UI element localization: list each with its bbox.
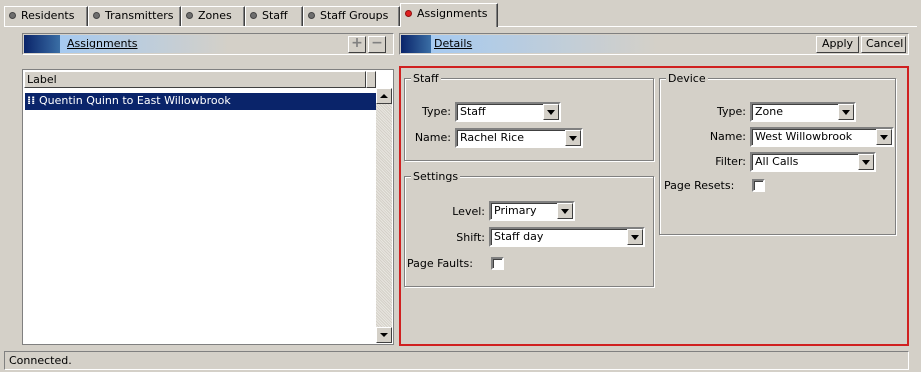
settings-group: Settings Level: Primary Shift: Staff day… [404, 170, 654, 287]
list-scrollbar[interactable] [376, 88, 392, 343]
status-bar: Connected. [4, 351, 909, 370]
list-item-label: Quentin Quinn to East Willowbrook [39, 94, 231, 107]
tab-label: Staff Groups [320, 9, 389, 22]
list-item[interactable]: ⁞⁞ Quentin Quinn to East Willowbrook [25, 93, 379, 110]
staff-name-select[interactable]: Rachel Rice [455, 128, 583, 148]
tab-dot-icon [186, 11, 193, 19]
scroll-up-button[interactable] [376, 88, 392, 104]
level-label: Level: [452, 205, 485, 218]
device-group: Device Type: Zone Name: West Willowbrook… [659, 72, 896, 235]
status-text: Connected. [9, 354, 72, 367]
tab-dot-icon [93, 11, 100, 19]
assignment-list[interactable]: Label ⁞⁞ Quentin Quinn to East Willowbroo… [22, 69, 394, 345]
page-faults-checkbox[interactable] [491, 257, 504, 270]
assignment-icon: ⁞⁞ [27, 94, 36, 107]
chevron-down-icon[interactable] [557, 203, 573, 219]
device-name-label: Name: [709, 130, 746, 143]
arrow-down-icon [380, 333, 388, 337]
tab-label: Residents [21, 9, 75, 22]
page-faults-label: Page Faults: [407, 257, 473, 270]
header-gradient [431, 35, 808, 53]
tab-dot-icon [405, 9, 412, 17]
device-group-title: Device [666, 72, 708, 85]
column-header-label[interactable]: Label [24, 71, 366, 88]
filter-value: All Calls [755, 155, 799, 168]
shift-select[interactable]: Staff day [489, 227, 645, 247]
tab-label: Transmitters [105, 9, 174, 22]
add-assignment-button[interactable]: + [348, 36, 366, 53]
tab-label: Assignments [417, 7, 488, 20]
apply-button[interactable]: Apply [816, 36, 859, 53]
details-header: Details Apply Cancel [399, 33, 909, 55]
shift-value: Staff day [494, 230, 544, 243]
chevron-down-icon[interactable] [565, 130, 581, 146]
details-panel: Staff Type: Staff Name: Rachel Rice Sett… [399, 66, 909, 346]
tab-label: Zones [198, 9, 232, 22]
chevron-down-icon[interactable] [543, 104, 559, 120]
details-title: Details [434, 37, 473, 50]
chevron-down-icon[interactable] [858, 154, 874, 170]
device-type-label: Type: [717, 105, 746, 118]
page-resets-checkbox[interactable] [752, 179, 765, 192]
cancel-button[interactable]: Cancel [861, 36, 906, 53]
level-select[interactable]: Primary [489, 201, 575, 221]
device-type-select[interactable]: Zone [750, 102, 856, 122]
staff-name-label: Name: [414, 131, 451, 144]
device-type-value: Zone [755, 105, 784, 118]
arrow-up-icon [380, 94, 388, 98]
tab-dot-icon [308, 11, 315, 19]
staff-name-value: Rachel Rice [460, 131, 524, 144]
settings-group-title: Settings [411, 170, 461, 183]
assignments-title: Assignments [67, 37, 138, 50]
tab-assignments[interactable]: Assignments [400, 3, 498, 27]
header-stripe [24, 35, 60, 53]
tab-zones[interactable]: Zones [181, 6, 245, 26]
chevron-down-icon[interactable] [838, 104, 854, 120]
device-name-value: West Willowbrook [755, 130, 853, 143]
tab-label: Staff [262, 9, 288, 22]
header-stripe [401, 35, 431, 53]
level-value: Primary [494, 204, 537, 217]
remove-assignment-button[interactable]: − [368, 36, 386, 53]
filter-label: Filter: [715, 155, 746, 168]
tab-dot-icon [250, 11, 257, 19]
column-header-filler [366, 71, 376, 88]
tab-staff[interactable]: Staff [245, 6, 303, 26]
device-name-select[interactable]: West Willowbrook [750, 127, 894, 147]
staff-group: Staff Type: Staff Name: Rachel Rice [404, 72, 654, 161]
tab-transmitters[interactable]: Transmitters [88, 6, 181, 26]
chevron-down-icon[interactable] [876, 129, 892, 145]
page-resets-label: Page Resets: [664, 179, 735, 192]
staff-type-select[interactable]: Staff [455, 102, 561, 122]
staff-type-value: Staff [460, 105, 486, 118]
staff-type-label: Type: [422, 105, 451, 118]
tab-dot-icon [9, 11, 16, 19]
assignments-header: Assignments + − [22, 33, 394, 55]
tab-residents[interactable]: Residents [4, 6, 88, 26]
chevron-down-icon[interactable] [627, 229, 643, 245]
filter-select[interactable]: All Calls [750, 152, 876, 172]
scroll-down-button[interactable] [376, 327, 392, 343]
shift-label: Shift: [456, 231, 485, 244]
tab-staff-groups[interactable]: Staff Groups [303, 6, 400, 26]
staff-group-title: Staff [411, 72, 441, 85]
